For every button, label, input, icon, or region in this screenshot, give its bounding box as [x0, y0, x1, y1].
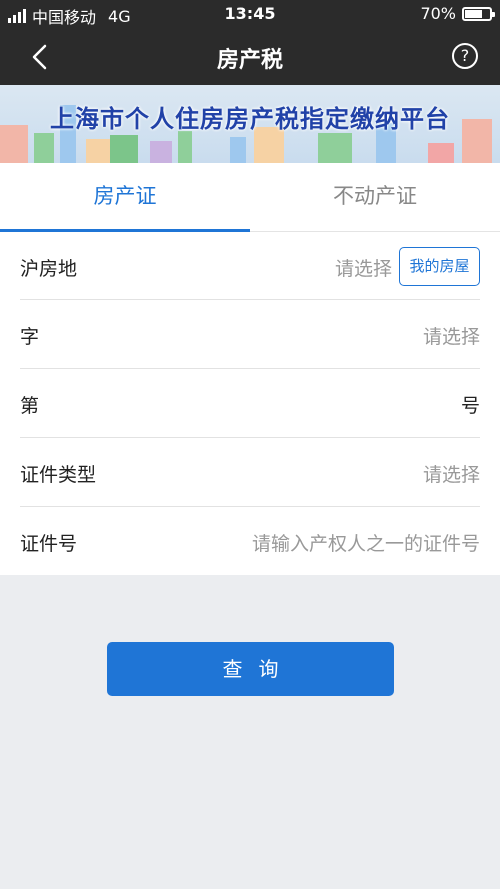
form-row-id-type: 证件类型 请选择	[20, 438, 480, 507]
certificate-tabs: 房产证 不动产证	[0, 163, 500, 232]
district-select[interactable]: 请选择	[335, 254, 392, 281]
tab-label: 房产证	[93, 184, 157, 208]
banner-title: 上海市个人住房房产税指定缴纳平台	[50, 105, 450, 133]
id-type-select[interactable]: 请选择	[423, 460, 480, 487]
district-label: 沪房地	[20, 258, 78, 280]
status-right: 70%	[420, 4, 495, 23]
form-row-id-number: 证件号 请输入产权人之一的证件号	[20, 507, 480, 575]
form-row-number: 第 号	[20, 369, 480, 438]
query-button[interactable]: 查询	[107, 642, 394, 696]
id-number-label: 证件号	[20, 533, 78, 555]
status-bar: 中国移动 4G 13:45 70%	[0, 0, 500, 28]
page-title: 房产税	[216, 48, 283, 73]
battery-fill	[465, 9, 482, 18]
banner-building	[178, 131, 192, 163]
banner-building	[230, 137, 246, 163]
banner-building	[150, 141, 172, 163]
question-circle-icon: ?	[460, 46, 470, 65]
battery-icon	[462, 6, 495, 21]
form-row-district: 沪房地 请选择 我的房屋	[20, 232, 480, 300]
form-row-zi: 字 请选择	[20, 300, 480, 369]
id-number-field[interactable]: 请输入产权人之一的证件号	[252, 529, 480, 556]
battery-percent: 70%	[420, 4, 456, 23]
banner-building	[86, 139, 112, 163]
zi-select[interactable]: 请选择	[423, 322, 480, 349]
banner-building	[428, 143, 454, 163]
tab-real-estate-certificate[interactable]: 不动产证	[250, 163, 500, 232]
banner-building	[318, 133, 352, 163]
tab-property-certificate[interactable]: 房产证	[0, 163, 250, 232]
help-button[interactable]: ?	[452, 43, 478, 69]
number-input[interactable]: 号	[461, 391, 480, 418]
my-house-button[interactable]: 我的房屋	[399, 247, 480, 286]
banner-building	[110, 135, 138, 163]
tab-label: 不动产证	[333, 184, 417, 208]
id-type-label: 证件类型	[20, 464, 97, 486]
banner-building	[34, 133, 54, 163]
number-label: 第	[20, 395, 40, 417]
query-form: 沪房地 请选择 我的房屋 字 请选择 第 号 证件类型 请选择 证件号 请输入产…	[0, 232, 500, 575]
zi-label: 字	[20, 326, 40, 348]
nav-bar: 房产税 ?	[0, 28, 500, 85]
platform-banner: 上海市个人住房房产税指定缴纳平台	[0, 85, 500, 163]
